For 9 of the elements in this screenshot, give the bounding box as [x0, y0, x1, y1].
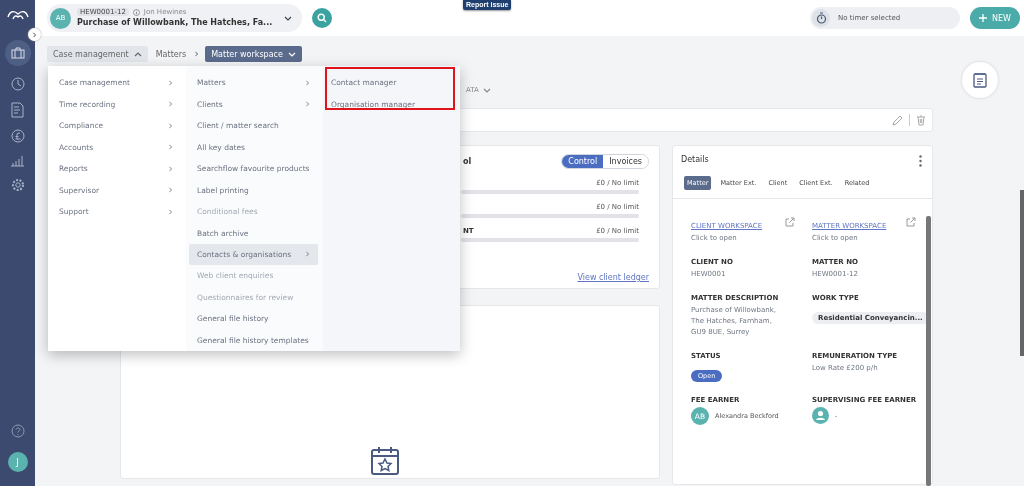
new-button[interactable]: NEW: [970, 7, 1020, 29]
matter-title: Purchase of Willowbank, The Hatches, Fa...: [77, 17, 273, 28]
ledger-link[interactable]: View client ledger: [577, 273, 649, 282]
breadcrumb-dropdown[interactable]: Matter workspace: [205, 46, 302, 62]
card-title: Details: [681, 155, 709, 166]
breadcrumb-link[interactable]: Matters: [153, 46, 189, 62]
card-title: ol: [463, 157, 472, 166]
breadcrumb-dropdown[interactable]: Case management: [47, 46, 148, 62]
toggle-option[interactable]: Control: [562, 155, 604, 168]
